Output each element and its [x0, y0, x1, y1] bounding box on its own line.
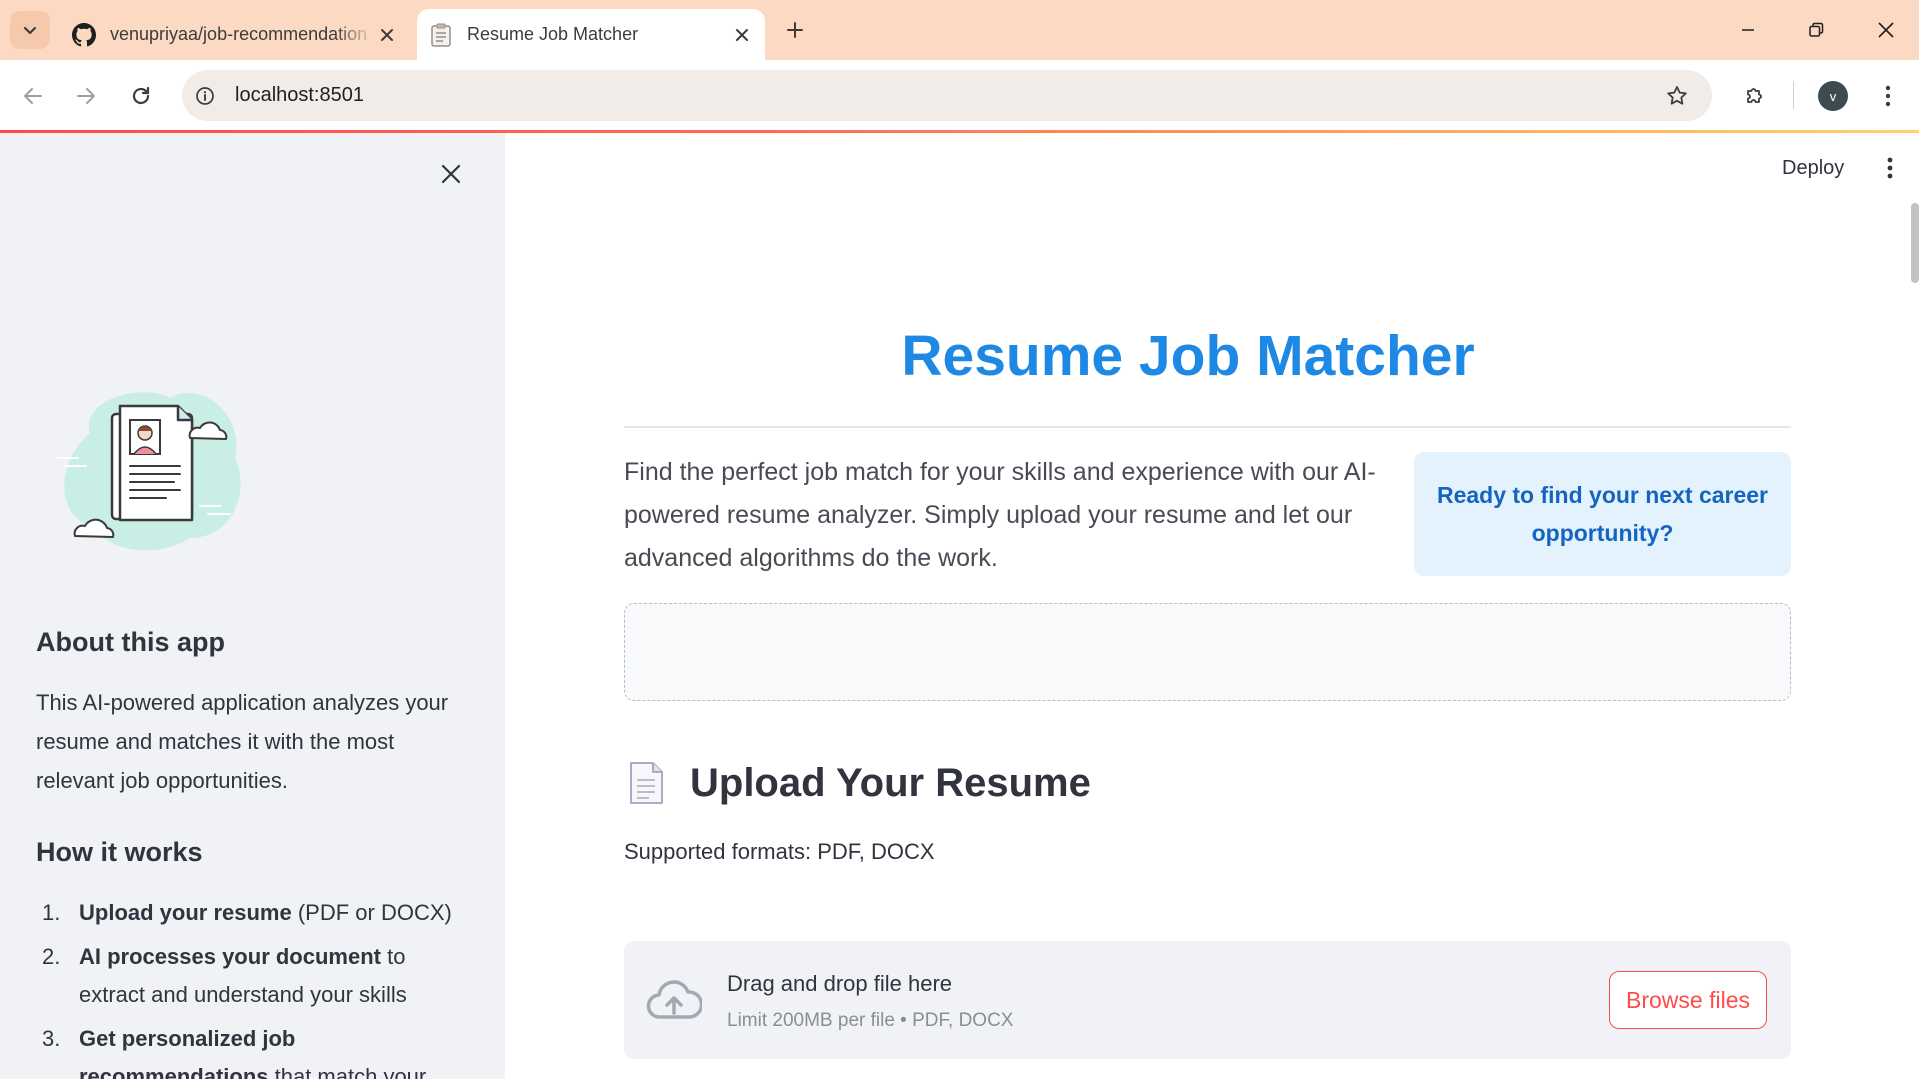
file-dropzone[interactable]: Drag and drop file here Limit 200MB per …: [624, 941, 1791, 1059]
browser-toolbar: localhost:8501 v: [0, 60, 1919, 132]
back-button[interactable]: [13, 76, 53, 116]
kebab-menu-icon: [1887, 157, 1893, 179]
chevron-down-icon: [23, 26, 37, 35]
tab-github[interactable]: venupriyaa/job-recommendation: [60, 9, 410, 60]
scrollbar[interactable]: [1911, 203, 1919, 283]
tab-search-button[interactable]: [10, 11, 50, 49]
document-icon: [624, 759, 668, 807]
how-it-works-heading: How it works: [36, 837, 203, 867]
avatar: v: [1818, 81, 1848, 111]
close-tab-icon[interactable]: [374, 22, 400, 48]
about-heading: About this app: [36, 627, 225, 657]
step-bold: Upload your resume: [79, 900, 292, 925]
divider: [624, 426, 1791, 428]
close-icon: [441, 164, 461, 184]
list-item: 2. AI processes your document to extract …: [36, 938, 476, 1014]
step-number: 2.: [42, 944, 61, 969]
close-sidebar-button[interactable]: [441, 156, 461, 192]
toolbar-divider: [1793, 81, 1794, 109]
tab-resume-job-matcher[interactable]: Resume Job Matcher: [417, 9, 765, 60]
arrow-left-icon: [24, 88, 42, 104]
restore-icon: [1809, 22, 1824, 37]
step-bold: AI processes your document: [79, 944, 381, 969]
browser-menu-button[interactable]: [1868, 76, 1908, 116]
close-window-button[interactable]: [1868, 12, 1904, 48]
restore-button[interactable]: [1798, 12, 1834, 48]
upload-heading: Upload Your Resume: [690, 760, 1091, 805]
deploy-button[interactable]: Deploy: [1782, 153, 1844, 183]
cloud-upload-icon: [646, 980, 702, 1019]
tab-title: venupriyaa/job-recommendation: [110, 24, 368, 44]
cta-callout: Ready to find your next career opportuni…: [1414, 452, 1791, 576]
resume-illustration: [57, 392, 241, 551]
github-icon: [72, 22, 96, 47]
dropzone-limit: Limit 200MB per file • PDF, DOCX: [727, 1010, 1014, 1031]
steps-list: 1. Upload your resume (PDF or DOCX) 2. AI …: [36, 894, 476, 1079]
close-icon: [1878, 22, 1894, 38]
step-text: (PDF or DOCX): [291, 900, 452, 925]
upload-container: [624, 603, 1791, 701]
list-item: 3. Get personalized job recommendations t…: [36, 1020, 476, 1079]
close-tab-icon[interactable]: [729, 22, 755, 48]
plus-icon: [787, 22, 803, 38]
puzzle-icon: [1747, 88, 1762, 103]
reload-button[interactable]: [121, 76, 161, 116]
main-content: Deploy Resume Job Matcher Find the perfe…: [505, 133, 1919, 1079]
dropzone-title: Drag and drop file here: [727, 971, 953, 996]
supported-formats-text: Supported formats: PDF, DOCX: [624, 839, 935, 864]
about-text: This AI-powered application analyzes you…: [36, 690, 449, 793]
forward-button[interactable]: [66, 76, 106, 116]
minimize-button[interactable]: [1730, 12, 1766, 48]
step-bold: Get personalized job recommendations: [79, 1026, 296, 1079]
sidebar: About this app This AI-powered applicati…: [0, 133, 505, 1079]
minimize-icon: [1742, 29, 1754, 31]
new-tab-button[interactable]: [780, 15, 810, 45]
browse-files-button[interactable]: Browse files: [1609, 971, 1767, 1029]
list-item: 1. Upload your resume (PDF or DOCX): [36, 894, 476, 932]
app-menu-button[interactable]: [1875, 153, 1905, 183]
clipboard-icon: [429, 23, 453, 47]
tab-title: Resume Job Matcher: [467, 24, 639, 44]
bookmark-star-icon[interactable]: [1662, 81, 1692, 111]
step-text: that match your: [268, 1064, 427, 1079]
address-bar[interactable]: localhost:8501: [182, 70, 1712, 121]
step-number: 1.: [42, 900, 61, 925]
profile-button[interactable]: v: [1813, 76, 1853, 116]
site-info-icon[interactable]: [190, 81, 220, 111]
upload-section-header: Upload Your Resume: [624, 759, 1091, 807]
browser-tab-bar: venupriyaa/job-recommendation Resume Job…: [0, 0, 1919, 60]
extensions-button[interactable]: [1735, 76, 1775, 116]
intro-text: Find the perfect job match for your skil…: [624, 458, 1376, 572]
url-text: localhost:8501: [235, 84, 364, 106]
kebab-menu-icon: [1885, 85, 1891, 107]
step-number: 3.: [42, 1026, 61, 1051]
arrow-right-icon: [77, 88, 95, 104]
reload-icon: [132, 86, 150, 105]
page-title: Resume Job Matcher: [901, 324, 1475, 388]
